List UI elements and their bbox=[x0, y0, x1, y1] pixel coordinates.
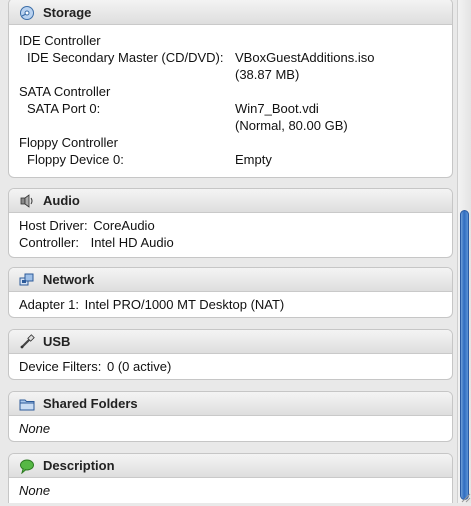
shared-folders-section: Shared Folders None bbox=[8, 391, 453, 442]
network-section: Network Adapter 1: Intel PRO/1000 MT Des… bbox=[8, 267, 453, 318]
ide-device-label: IDE Secondary Master (CD/DVD): bbox=[27, 50, 224, 65]
network-header[interactable]: Network bbox=[9, 268, 452, 292]
storage-title: Storage bbox=[43, 5, 92, 20]
floppy-controller-label: Floppy Controller bbox=[19, 135, 118, 150]
details-panel: Storage IDE Controller IDE Secondary Mas… bbox=[0, 0, 457, 503]
scroll-thumb[interactable] bbox=[460, 210, 469, 500]
resize-grip-icon[interactable] bbox=[457, 489, 471, 503]
usb-filters-value: 0 (0 active) bbox=[106, 359, 172, 374]
sata-port-row: SATA Port 0: Win7_Boot.vdi bbox=[19, 100, 442, 117]
sata-controller-label: SATA Controller bbox=[19, 84, 111, 99]
sata-port-label: SATA Port 0: bbox=[27, 101, 101, 116]
adapter-label: Adapter 1: bbox=[19, 297, 79, 312]
host-driver-label: Host Driver: bbox=[19, 218, 88, 233]
sata-port-value[interactable]: Win7_Boot.vdi bbox=[235, 100, 319, 117]
ide-device-row: IDE Secondary Master (CD/DVD): VBoxGuest… bbox=[19, 49, 442, 66]
shared-folders-header[interactable]: Shared Folders bbox=[9, 392, 452, 416]
usb-title: USB bbox=[43, 334, 71, 349]
floppy-device-value[interactable]: Empty bbox=[235, 151, 272, 168]
adapter-value: Intel PRO/1000 MT Desktop (NAT) bbox=[84, 297, 285, 312]
host-driver-value: CoreAudio bbox=[93, 218, 155, 233]
ide-device-size-row: (38.87 MB) bbox=[19, 66, 442, 83]
adapter-row: Adapter 1: Intel PRO/1000 MT Desktop (NA… bbox=[19, 296, 442, 313]
network-title: Network bbox=[43, 272, 95, 287]
storage-section: Storage IDE Controller IDE Secondary Mas… bbox=[8, 0, 453, 178]
network-icon bbox=[19, 272, 35, 288]
ide-device-size: (38.87 MB) bbox=[235, 67, 300, 82]
usb-header[interactable]: USB bbox=[9, 330, 452, 354]
ide-controller-label: IDE Controller bbox=[19, 33, 101, 48]
audio-header[interactable]: Audio bbox=[9, 189, 452, 213]
shared-folders-title: Shared Folders bbox=[43, 396, 138, 411]
floppy-device-row: Floppy Device 0: Empty bbox=[19, 151, 442, 168]
vertical-scrollbar[interactable] bbox=[457, 0, 471, 503]
audio-controller-value: Intel HD Audio bbox=[90, 235, 174, 250]
audio-icon bbox=[19, 193, 35, 209]
speech-bubble-icon bbox=[19, 458, 35, 474]
ide-device-value[interactable]: VBoxGuestAdditions.iso bbox=[235, 49, 374, 66]
usb-filters-label: Device Filters: bbox=[19, 359, 102, 374]
storage-icon bbox=[19, 5, 35, 21]
usb-filters-row: Device Filters: 0 (0 active) bbox=[19, 358, 442, 375]
floppy-device-label: Floppy Device 0: bbox=[27, 152, 124, 167]
usb-section: USB Device Filters: 0 (0 active) bbox=[8, 329, 453, 380]
sata-port-size: (Normal, 80.00 GB) bbox=[235, 118, 348, 133]
usb-icon bbox=[19, 333, 35, 350]
description-title: Description bbox=[43, 458, 115, 473]
folder-icon bbox=[19, 396, 35, 412]
shared-folders-value: None bbox=[19, 421, 51, 436]
host-driver-row: Host Driver: CoreAudio bbox=[19, 217, 442, 234]
audio-controller-row: Controller: Intel HD Audio bbox=[19, 234, 442, 251]
audio-section: Audio Host Driver: CoreAudio Controller:… bbox=[8, 188, 453, 258]
audio-controller-label: Controller: bbox=[19, 235, 79, 250]
storage-header[interactable]: Storage bbox=[9, 0, 452, 25]
description-header[interactable]: Description bbox=[9, 454, 452, 478]
sata-port-size-row: (Normal, 80.00 GB) bbox=[19, 117, 442, 134]
description-section: Description None bbox=[8, 453, 453, 503]
audio-title: Audio bbox=[43, 193, 80, 208]
description-value: None bbox=[19, 483, 51, 498]
